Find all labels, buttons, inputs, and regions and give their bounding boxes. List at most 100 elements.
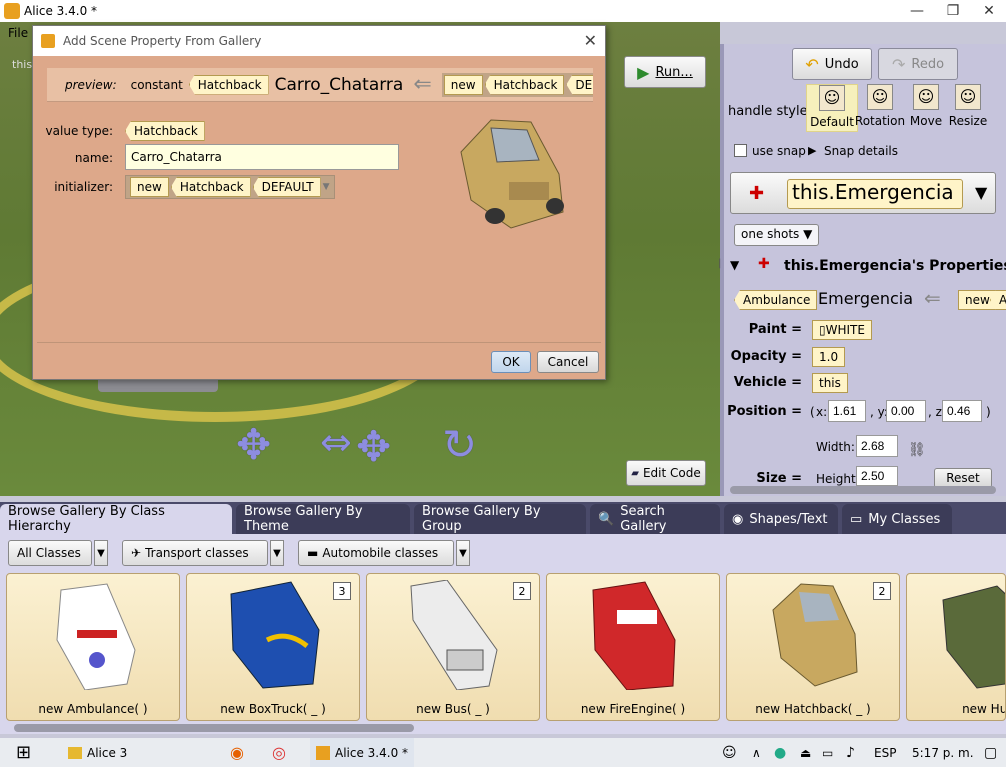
object-selector[interactable]: ✚ this.Emergencia ▼ xyxy=(730,172,996,214)
firefox-icon[interactable]: ◉ xyxy=(230,738,244,767)
preview-default-tile: DEFA xyxy=(566,74,593,95)
snap-expand-icon[interactable]: ▶ xyxy=(808,144,816,157)
task-view-icon[interactable]: ⊞ xyxy=(16,738,31,767)
chevron-down-icon: ▼ xyxy=(975,183,988,202)
minimize-button[interactable]: — xyxy=(900,0,934,22)
filter-all-chevron-icon[interactable]: ▼ xyxy=(94,540,108,566)
init-default-tile: DEFAULT xyxy=(252,177,321,197)
gallery-card-hatchback[interactable]: 2 new Hatchback( _ ) xyxy=(726,573,900,721)
filter-transport-chevron-icon[interactable]: ▼ xyxy=(270,540,284,566)
snap-details-label[interactable]: Snap details xyxy=(824,144,898,158)
java-app-icon xyxy=(4,3,20,19)
paint-value[interactable]: ▯ WHITE xyxy=(812,320,872,340)
handle-style-label: handle style: xyxy=(728,104,812,119)
cancel-button[interactable]: Cancel xyxy=(537,351,599,373)
properties-hscroll[interactable] xyxy=(730,486,996,494)
vehicle-value-text: this xyxy=(819,376,841,390)
reset-button[interactable]: Reset xyxy=(934,468,992,488)
card-label: new BoxTruck( _ ) xyxy=(220,702,326,716)
undo-button[interactable]: ↶ Undo xyxy=(792,48,872,80)
tab-shapes[interactable]: ◉ Shapes/Text xyxy=(724,504,838,534)
position-close-paren: ) xyxy=(986,405,991,419)
close-window-button[interactable]: ✕ xyxy=(972,0,1006,22)
folder-icon xyxy=(68,746,82,759)
dialog-close-button[interactable]: ✕ xyxy=(584,31,597,50)
width-label: Width: xyxy=(816,440,855,454)
people-icon[interactable]: ☺ xyxy=(722,738,737,767)
run-label: Run... xyxy=(655,64,693,80)
handle-default-label: Default xyxy=(810,115,854,129)
chevron-up-icon[interactable]: ∧ xyxy=(752,738,761,767)
chrome-icon[interactable]: ◎ xyxy=(272,738,286,767)
gallery-card-boxtruck[interactable]: 3 new BoxTruck( _ ) xyxy=(186,573,360,721)
filter-automobile[interactable]: ▬ Automobile classes xyxy=(298,540,454,566)
handle-rotation[interactable]: ☺ Rotation xyxy=(854,84,906,128)
redo-button[interactable]: ↷ Redo xyxy=(878,48,958,80)
maximize-button[interactable]: ❐ xyxy=(936,0,970,22)
opacity-value[interactable]: 1.0 xyxy=(812,347,846,367)
gallery-card-humvee[interactable]: new Hum xyxy=(906,573,1006,721)
collapse-properties-icon[interactable]: ▼ xyxy=(730,258,739,272)
filter-automobile-label: Automobile classes xyxy=(322,546,439,560)
link-icon[interactable]: ⛓ xyxy=(908,442,926,458)
filter-all-classes[interactable]: All Classes xyxy=(8,540,92,566)
pos-x-input[interactable] xyxy=(828,400,866,422)
height-input[interactable] xyxy=(856,466,898,486)
value-type-tile: Hatchback xyxy=(125,121,205,141)
gallery-card-fireengine[interactable]: new FireEngine( ) xyxy=(546,573,720,721)
taskbar-alice-item[interactable]: Alice 3.4.0 * xyxy=(310,738,415,767)
taskbar-folder-label: Alice 3 xyxy=(87,745,128,760)
redo-icon: ↷ xyxy=(891,54,906,74)
scroll-indicator: | xyxy=(718,258,722,269)
gallery-card-ambulance[interactable]: new Ambulance( ) xyxy=(6,573,180,721)
selected-object-name: this.Emergencia xyxy=(787,179,963,209)
move-updown-arrows-icon[interactable]: ⇔ xyxy=(320,420,352,464)
properties-panel: ↶ Undo ↷ Redo handle style: ☺ Default ☺ … xyxy=(724,44,1006,496)
volume-icon[interactable]: ♪ xyxy=(846,738,855,767)
handle-resize[interactable]: ☺ Resize xyxy=(942,84,994,128)
tray-app-icon[interactable]: ● xyxy=(774,738,786,767)
edit-code-button[interactable]: ▰ Edit Code xyxy=(626,460,706,486)
split-divider[interactable] xyxy=(720,44,724,496)
tab-theme-label: Browse Gallery By Theme xyxy=(244,504,363,534)
paint-label: Paint = xyxy=(748,322,802,337)
properties-title: this.Emergencia's Properties xyxy=(784,258,1006,274)
card-label: new Bus( _ ) xyxy=(416,702,490,716)
run-button[interactable]: ▶ Run... xyxy=(624,56,706,88)
pos-z-input[interactable] xyxy=(942,400,982,422)
tab-my-classes[interactable]: ▭ My Classes xyxy=(842,504,952,534)
menu-file[interactable]: File xyxy=(8,26,28,40)
name-input[interactable] xyxy=(125,144,399,170)
width-input[interactable] xyxy=(856,435,898,457)
one-shots-button[interactable]: one shots ▼ xyxy=(734,224,820,246)
gallery-card-bus[interactable]: 2 new Bus( _ ) xyxy=(366,573,540,721)
preview-new-type-tile: Hatchback xyxy=(484,74,565,95)
move-arrows-icon[interactable]: ✥ xyxy=(236,420,271,469)
move-vertical-arrows-icon[interactable]: ✥ xyxy=(356,422,391,471)
preview-constant: constant xyxy=(130,77,183,92)
tab-search[interactable]: 🔍 Search Gallery xyxy=(590,504,720,534)
pos-y-input[interactable] xyxy=(886,400,926,422)
tab-class-hierarchy[interactable]: Browse Gallery By Class Hierarchy xyxy=(0,504,232,534)
usb-icon[interactable]: ⏏ xyxy=(800,738,811,767)
preview-initializer: new Hatchback DEFA xyxy=(441,72,593,97)
play-icon: ▶ xyxy=(637,62,650,82)
clock[interactable]: 5:17 p. m. xyxy=(912,738,974,767)
gallery-hscroll[interactable] xyxy=(14,724,414,732)
taskbar-folder-item[interactable]: Alice 3 xyxy=(68,738,127,767)
ok-button[interactable]: OK xyxy=(491,351,531,373)
use-snap-checkbox[interactable] xyxy=(734,144,747,157)
handle-default[interactable]: ☺ Default xyxy=(806,84,858,132)
language-indicator[interactable]: ESP xyxy=(874,738,896,767)
tab-theme[interactable]: Browse Gallery By Theme xyxy=(236,504,410,534)
initializer-dropdown[interactable]: new Hatchback DEFAULT ▼ xyxy=(125,175,335,199)
vehicle-value[interactable]: this xyxy=(812,373,848,393)
tab-group[interactable]: Browse Gallery By Group xyxy=(414,504,586,534)
rotate-arrow-icon[interactable]: ↻ xyxy=(442,420,477,469)
vehicle-label: Vehicle = xyxy=(733,375,802,390)
filter-automobile-chevron-icon[interactable]: ▼ xyxy=(456,540,470,566)
network-icon[interactable]: ▭ xyxy=(822,738,833,767)
handle-resize-label: Resize xyxy=(948,114,988,128)
filter-transport[interactable]: ✈ Transport classes xyxy=(122,540,268,566)
notifications-icon[interactable]: ▢ xyxy=(984,738,997,767)
